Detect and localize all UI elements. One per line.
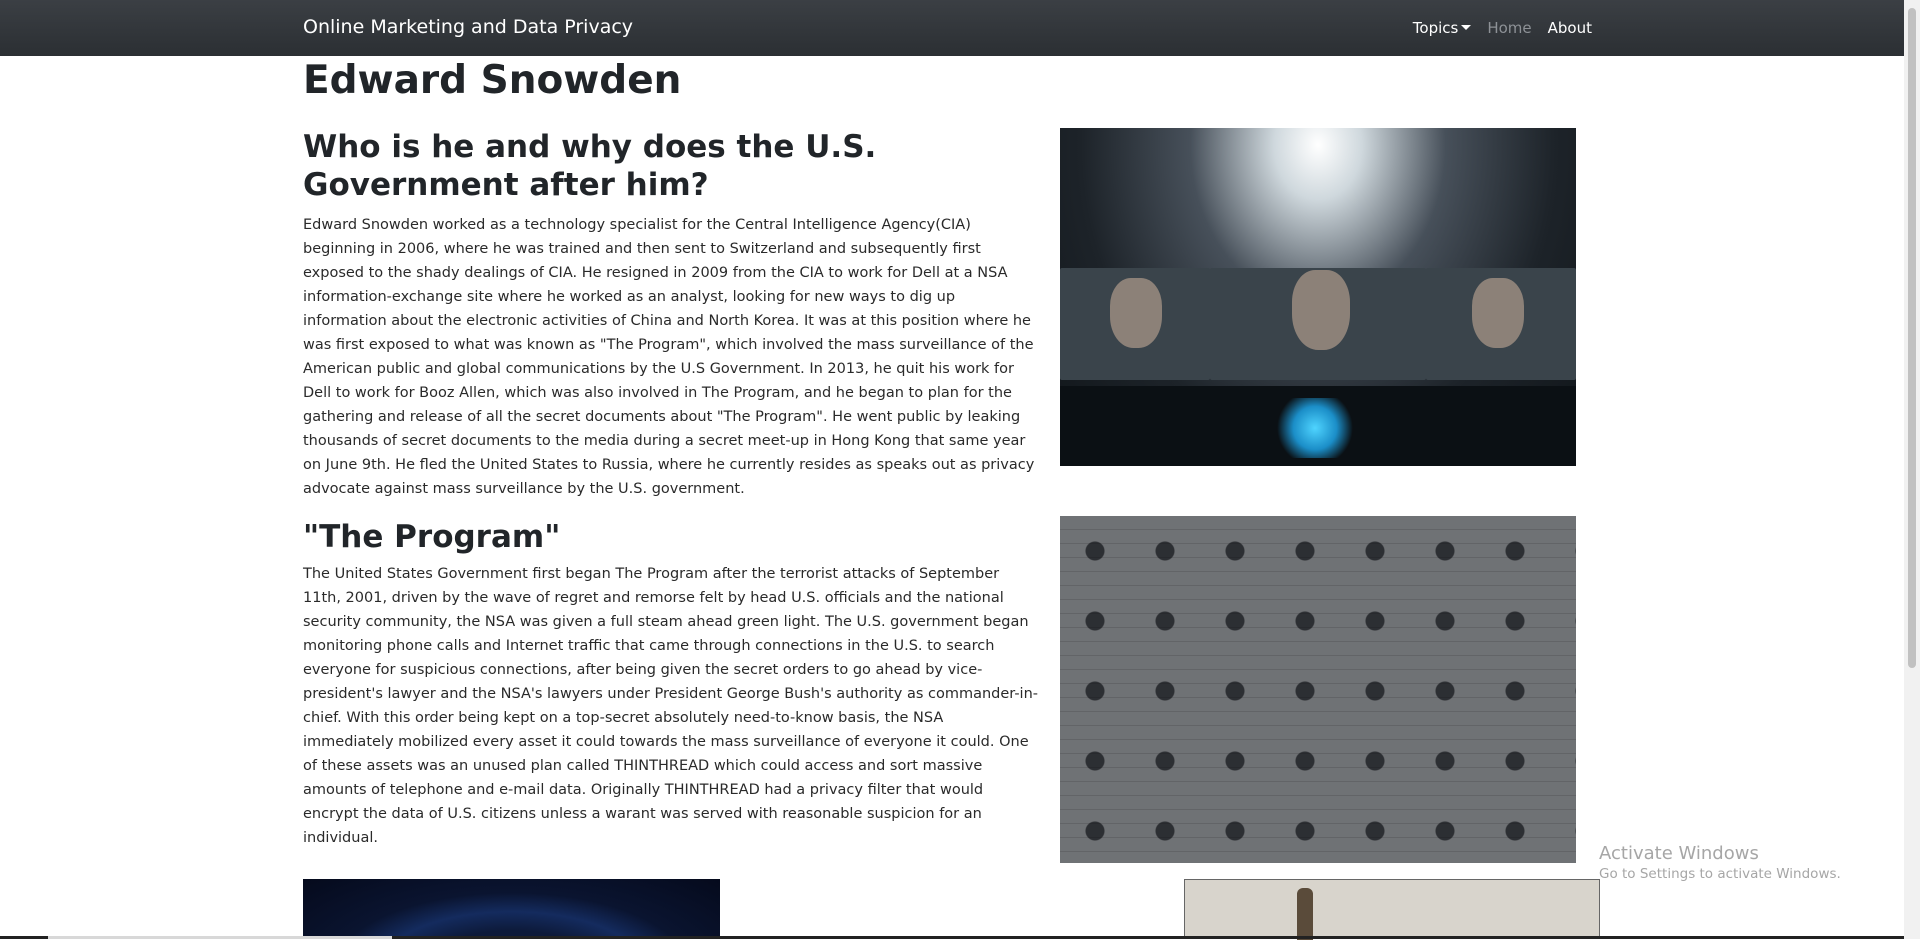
bottom-right-image-detail: [1297, 888, 1313, 940]
nav-about-link[interactable]: About: [1548, 19, 1592, 37]
section-heading-who: Who is he and why does the U.S. Governme…: [303, 129, 877, 203]
snowden-screens-photo: [1060, 128, 1576, 466]
navbar-brand[interactable]: Online Marketing and Data Privacy: [303, 16, 633, 38]
face-left: [1110, 278, 1162, 348]
bottom-right-image: [1184, 879, 1600, 940]
watermark-subtitle: Go to Settings to activate Windows.: [1599, 866, 1841, 882]
nav-home-link[interactable]: Home: [1487, 19, 1531, 37]
section-body-program: The United States Government first began…: [303, 566, 1038, 846]
face-center: [1292, 270, 1350, 350]
stage-glow: [1270, 398, 1360, 458]
navbar: Online Marketing and Data Privacy Topics…: [0, 0, 1904, 56]
watermark-title: Activate Windows: [1599, 843, 1759, 864]
nav-topics-label: Topics: [1412, 19, 1459, 37]
nav-links: Topics Home About: [1413, 19, 1592, 37]
security-cameras-photo: [1060, 516, 1576, 863]
section-body-who: Edward Snowden worked as a technology sp…: [303, 217, 1035, 497]
scrollbar-thumb[interactable]: [1908, 8, 1916, 668]
nav-topics-dropdown[interactable]: Topics: [1413, 19, 1472, 37]
face-right: [1472, 278, 1524, 348]
windows-activation-watermark: Activate Windows Go to Settings to activ…: [1599, 843, 1841, 882]
bottom-left-image: [303, 879, 720, 939]
vertical-scrollbar[interactable]: [1904, 0, 1920, 939]
caret-down-icon: [1461, 25, 1472, 30]
page-title: Edward Snowden: [303, 58, 682, 103]
section-heading-program: "The Program": [303, 519, 561, 555]
